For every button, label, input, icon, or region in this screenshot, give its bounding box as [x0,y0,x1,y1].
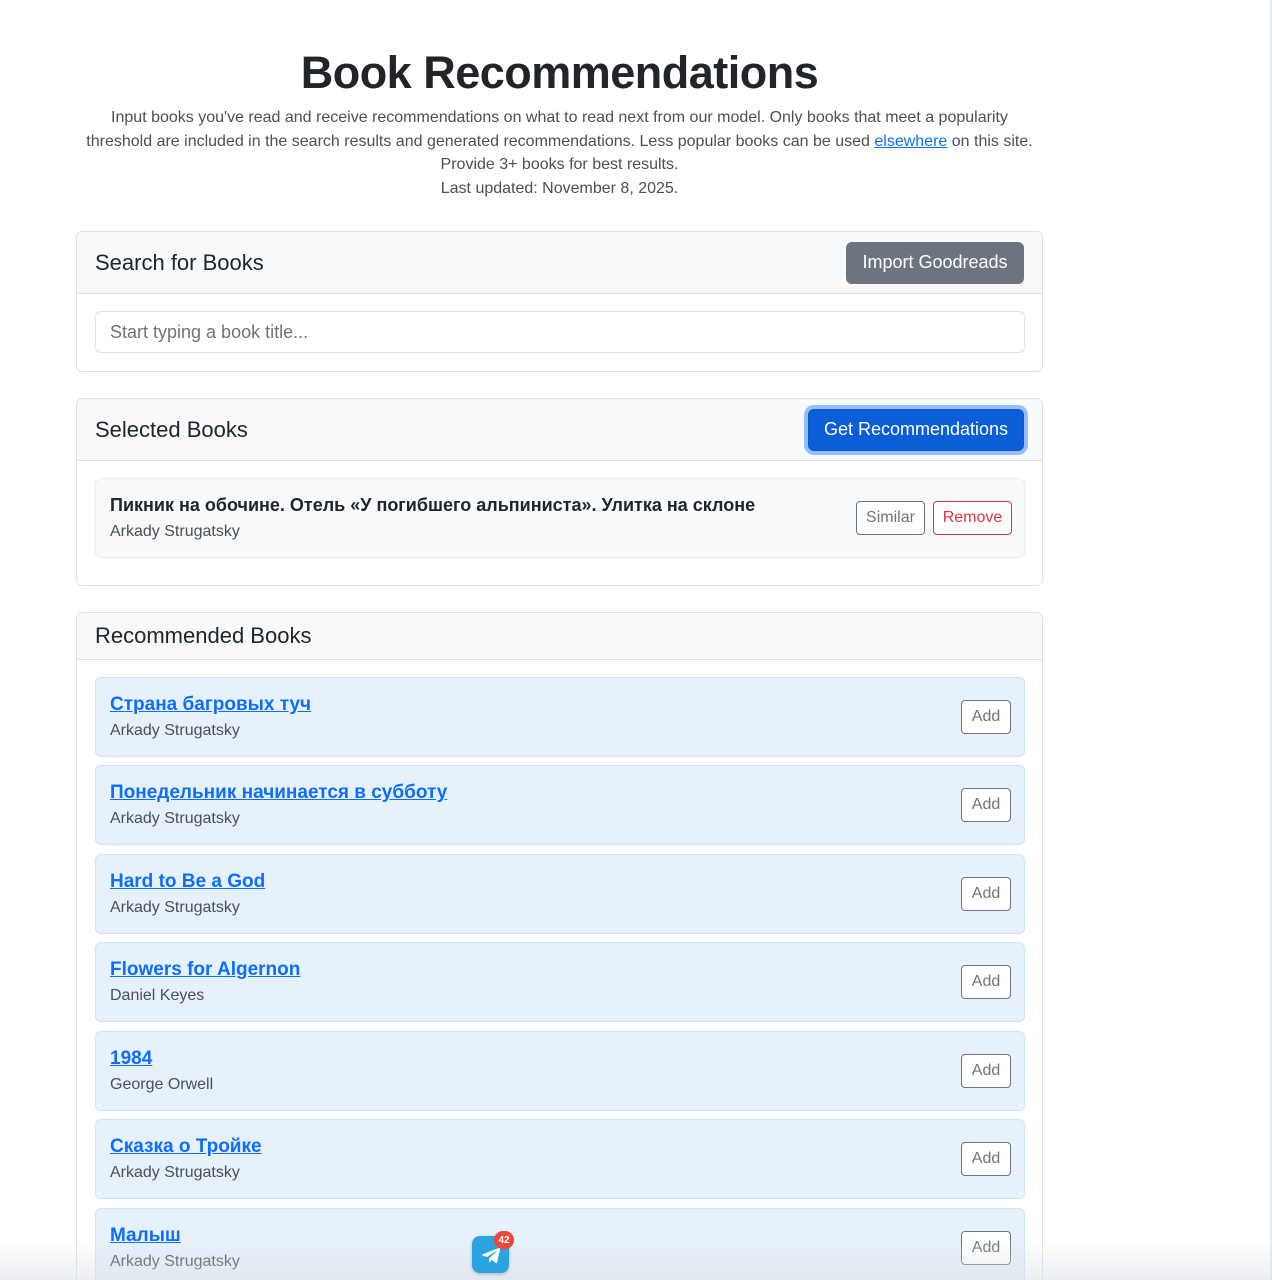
recommended-book-title-link[interactable]: Страна багровых туч [110,694,311,716]
intro-paragraph: Input books you've read and receive reco… [76,106,1043,201]
recommended-books-card: Recommended Books Страна багровых туч Ar… [76,612,1043,1280]
recommended-book-item: Малыш Arkady Strugatsky Add [95,1208,1025,1280]
last-updated: Last updated: November 8, 2025. [440,180,679,198]
get-recommendations-button[interactable]: Get Recommendations [808,408,1024,451]
add-button[interactable]: Add [961,1054,1011,1088]
book-search-input[interactable] [95,311,1025,353]
page: Book Recommendations Input books you've … [0,0,1272,1280]
recommended-book-item: Сказка о Тройке Arkady Strugatsky Add [95,1119,1025,1199]
import-goodreads-button[interactable]: Import Goodreads [846,241,1024,284]
recommended-book-item: Hard to Be a God Arkady Strugatsky Add [95,854,1025,934]
add-button[interactable]: Add [961,877,1011,911]
recommended-book-author: Arkady Strugatsky [110,810,240,827]
page-title: Book Recommendations [300,47,819,98]
selected-book-title: Пикник на обочине. Отель «У погибшего ал… [110,495,756,515]
add-button[interactable]: Add [961,965,1011,999]
recommended-card-header: Recommended Books [77,613,1042,660]
recommended-book-item: Flowers for Algernon Daniel Keyes Add [95,942,1025,1022]
main-container: Book Recommendations Input books you've … [76,0,1043,1280]
selected-card-header: Selected Books Get Recommendations [77,399,1042,461]
search-card: Search for Books Import Goodreads [76,231,1043,372]
recommended-book-title-link[interactable]: Hard to Be a God [110,871,265,893]
similar-button[interactable]: Similar [856,501,925,535]
add-button[interactable]: Add [961,700,1011,734]
selected-book-item: Пикник на обочине. Отель «У погибшего ал… [95,478,1025,558]
add-button[interactable]: Add [961,1231,1011,1265]
search-card-header: Search for Books Import Goodreads [77,232,1042,294]
add-button[interactable]: Add [961,788,1011,822]
recommended-book-title-link[interactable]: Flowers for Algernon [110,959,300,981]
selected-books-card: Selected Books Get Recommendations Пикни… [76,398,1043,586]
add-button[interactable]: Add [961,1142,1011,1176]
intro-text: Input books you've read and receive reco… [86,109,1008,150]
recommended-book-author: George Orwell [110,1076,214,1093]
recommended-book-author: Arkady Strugatsky [110,1253,240,1270]
recommended-book-item: 1984 George Orwell Add [95,1031,1025,1111]
recommended-book-title-link[interactable]: Малыш [110,1225,181,1247]
recommended-book-title-link[interactable]: 1984 [110,1048,152,1070]
recommended-card-title: Recommended Books [95,623,312,648]
recommended-book-title-link[interactable]: Понедельник начинается в субботу [110,782,447,804]
notification-badge: 42 [494,1231,514,1249]
recommended-book-author: Arkady Strugatsky [110,722,240,739]
selected-book-author: Arkady Strugatsky [110,523,240,540]
selected-card-title: Selected Books [95,416,248,442]
recommended-book-item: Страна багровых туч Arkady Strugatsky Ad… [95,677,1025,757]
recommended-book-author: Daniel Keyes [110,987,205,1004]
recommended-book-author: Arkady Strugatsky [110,1164,240,1181]
remove-button[interactable]: Remove [933,501,1012,535]
recommended-book-item: Понедельник начинается в субботу Arkady … [95,765,1025,845]
search-card-title: Search for Books [95,249,264,275]
elsewhere-link[interactable]: elsewhere [874,133,947,150]
recommended-book-title-link[interactable]: Сказка о Тройке [110,1136,262,1158]
recommended-book-author: Arkady Strugatsky [110,899,240,916]
